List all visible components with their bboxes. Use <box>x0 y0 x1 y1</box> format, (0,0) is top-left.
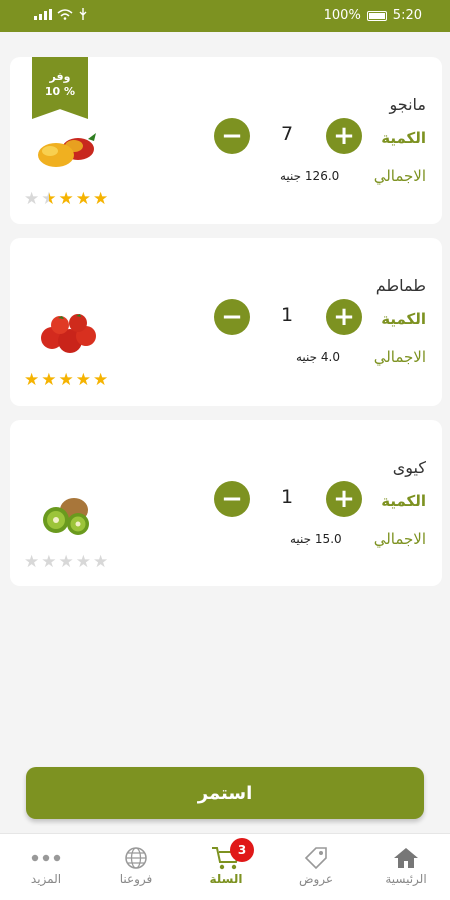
cart-item-kiwi: كيوى الكمية + 1 − الاجمالي 15.0 جنيه ★ ★… <box>10 420 442 586</box>
quantity-value: 1 <box>280 304 294 326</box>
nav-more-label: المزيد <box>30 872 62 886</box>
currency: جنيه <box>280 169 302 183</box>
item-total: 4.0 جنيه <box>296 350 340 364</box>
product-name: طماطم <box>375 276 426 295</box>
star-icon: ★ <box>58 370 74 390</box>
status-icons-left <box>34 8 88 24</box>
increase-quantity-button[interactable]: + <box>326 118 362 154</box>
minus-icon: − <box>221 302 243 332</box>
cart-item-mango: وفر 10 % مانجو الكمية + 7 − الاجمالي 126… <box>10 57 442 224</box>
discount-value: 10 % <box>44 85 76 98</box>
kiwi-icon <box>30 490 102 542</box>
nav-home[interactable]: الرئيسية <box>366 844 446 886</box>
increase-quantity-button[interactable]: + <box>326 481 362 517</box>
status-icons-right: 100% 5:20 <box>324 8 422 23</box>
decrease-quantity-button[interactable]: − <box>214 299 250 335</box>
nav-home-label: الرئيسية <box>385 872 427 886</box>
star-icon: ★ <box>93 189 109 209</box>
status-bar: 100% 5:20 <box>0 0 450 32</box>
star-icon: ★ <box>93 370 109 390</box>
star-icon: ★ <box>75 552 91 572</box>
nav-offers[interactable]: عروض <box>276 844 356 886</box>
star-icon: ★ <box>41 552 57 572</box>
currency: جنيه <box>290 532 312 546</box>
item-total: 15.0 جنيه <box>290 532 342 546</box>
decrease-quantity-button[interactable]: − <box>214 481 250 517</box>
total-label: الاجمالي <box>373 348 426 366</box>
nav-cart[interactable]: السلة 3 <box>186 838 266 886</box>
decrease-quantity-button[interactable]: − <box>214 118 250 154</box>
nav-branches[interactable]: فروعنا <box>96 844 176 886</box>
nav-offers-label: عروض <box>298 872 334 886</box>
rating-stars: ★ ★ ★ ★ ★ <box>24 372 108 389</box>
item-total: 126.0 جنيه <box>280 169 339 183</box>
signal-icon <box>34 8 52 24</box>
battery-icon <box>366 10 387 21</box>
battery-percent: 100% <box>323 8 361 23</box>
star-icon: ★ <box>58 189 74 209</box>
total-label: الاجمالي <box>373 530 426 548</box>
product-name: مانجو <box>389 95 427 114</box>
star-icon: ★ <box>93 552 109 572</box>
star-icon: ★ <box>24 370 40 390</box>
star-icon: ★ <box>41 370 57 390</box>
increase-quantity-button[interactable]: + <box>326 299 362 335</box>
quantity-label: الكمية <box>381 492 426 510</box>
continue-button[interactable]: استمر <box>26 767 424 819</box>
item-total-value: 4.0 <box>320 350 341 364</box>
globe-icon <box>96 844 176 872</box>
minus-icon: − <box>221 121 243 151</box>
quantity-label: الكمية <box>381 129 426 147</box>
bottom-navigation: الرئيسية عروض السلة 3 فروعنا المزيد <box>0 833 450 900</box>
cart-icon <box>186 844 266 872</box>
minus-icon: − <box>221 484 243 514</box>
quantity-label: الكمية <box>381 310 426 328</box>
wifi-icon <box>57 8 73 24</box>
star-icon: ★ <box>24 189 40 209</box>
star-icon: ★ <box>24 552 40 572</box>
more-dots-icon <box>6 844 86 872</box>
star-icon: ★ <box>58 552 74 572</box>
cart-count-badge: 3 <box>230 838 254 862</box>
rating-stars: ★ ★ ★ ★ ★ <box>24 191 108 208</box>
clock: 5:20 <box>392 8 422 23</box>
home-icon <box>366 844 446 872</box>
quantity-value: 1 <box>280 486 294 508</box>
total-label: الاجمالي <box>373 167 426 185</box>
plus-icon: + <box>333 484 355 514</box>
star-icon: ★ <box>75 370 91 390</box>
plus-icon: + <box>333 302 355 332</box>
star-icon: ★ <box>75 189 91 209</box>
discount-ribbon: وفر 10 % <box>32 57 88 119</box>
nav-branches-label: فروعنا <box>119 872 153 886</box>
tomato-icon <box>30 308 102 360</box>
rating-stars: ★ ★ ★ ★ ★ <box>24 554 108 571</box>
plus-icon: + <box>333 121 355 151</box>
discount-label: وفر <box>49 70 71 83</box>
tag-icon <box>276 844 356 872</box>
product-name: كيوى <box>392 458 426 477</box>
mango-icon <box>30 127 102 179</box>
nav-cart-label: السلة <box>209 872 243 886</box>
usb-icon <box>78 8 88 24</box>
nav-more[interactable]: المزيد <box>6 844 86 886</box>
currency: جنيه <box>296 350 318 364</box>
item-total-value: 126.0 <box>304 169 340 183</box>
item-total-value: 15.0 <box>314 532 342 546</box>
star-icon: ★ <box>41 189 57 209</box>
cart-item-tomato: طماطم الكمية + 1 − الاجمالي 4.0 جنيه ★ ★… <box>10 238 442 406</box>
quantity-value: 7 <box>280 123 294 145</box>
